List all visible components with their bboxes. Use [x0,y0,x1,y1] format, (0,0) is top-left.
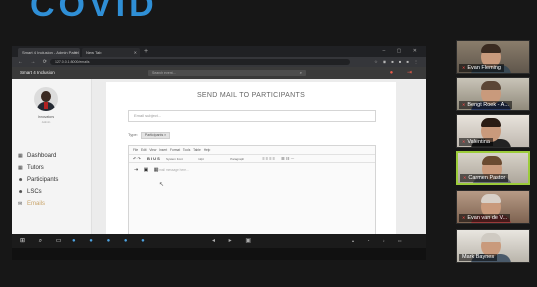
browser-tab-new[interactable]: New Tab ✕ [82,48,140,57]
mouse-cursor-icon: ↖ [159,182,165,188]
close-tab-icon[interactable]: ✕ [74,48,77,57]
zoom-control-bar [12,248,426,260]
participant-name: ✕ Evan Fleming [459,64,504,72]
align-icons[interactable]: ≡ ≡ ≡ ≡ [262,156,275,161]
participant-tile[interactable]: ✕ Evan van de V... [456,190,530,224]
sidebar-item-participants[interactable]: ☻ Participants [18,175,58,185]
tutors-icon: ▦ [18,165,23,171]
browser-extension-icons[interactable]: ☆ ◉ ■ ■ ■ ⋮ [374,57,420,67]
url-input[interactable]: 127.0.0.1:8000/emails [50,59,350,65]
taskbar-start-icons[interactable]: ⊞ ⌕ ▭ [20,234,67,248]
participant-tile[interactable]: ✕ Valentina [456,114,530,148]
list-icons[interactable]: ☰ ☷ ⋯ [281,156,294,161]
participant-name-text: Bengt Roek - A... [467,102,509,108]
sidebar: Innovators Admin ▦ Dashboard ▦ Tutors ☻ Par… [12,79,92,260]
sidebar-item-label: Emails [27,201,46,207]
participant-tile[interactable]: ✕ Bengt Roek - A... [456,77,530,111]
sidebar-item-label: LSCs [27,189,42,195]
browser-tab-admin[interactable]: Smart 4 Inclusion - Admin Panel ✕ [18,48,80,57]
app-search-input[interactable]: Search event... ⌕ [148,70,306,76]
avatar [34,87,58,111]
participant-hair [481,81,501,90]
emails-icon: ✉ [18,201,23,207]
participant-name: ✕ Bengt Roek - A... [459,101,512,109]
app-header: Smart 4 Inclusion Search event... ⌕ ● ⇥ [12,67,426,79]
sidebar-item-lscs[interactable]: ☻ LSCs [18,187,42,197]
sidebar-item-label: Participants [27,177,59,183]
muted-mic-icon: ✕ [462,65,466,70]
browser-address-bar: ← → ⟳ ⌂ 127.0.0.1:8000/emails ☆ ◉ ■ ■ ■ … [12,57,426,67]
sidebar-item-label: Dashboard [27,153,57,159]
muted-mic-icon: ✕ [462,139,466,144]
window-controls[interactable]: – ▢ ✕ [383,47,422,56]
muted-mic-icon: ✕ [462,215,466,220]
participant-hair [481,118,501,127]
participants-icon: ☻ [18,177,24,183]
search-placeholder: Search event... [152,71,176,75]
participant-hair [481,44,501,53]
participant-tile-active-speaker[interactable]: ✕ Carmen Pastor [456,151,530,185]
windows-taskbar: ⊞ ⌕ ▭ ● ● ● ● ● ◂ ▸ ▣ ▴ ◔ ♪ ▭ [12,234,426,248]
participant-name: ✕ Valentina [459,138,493,146]
undo-redo-icons[interactable]: ↶ ↷ [133,156,141,161]
participant-hair [481,233,501,242]
type-chip[interactable]: Participants × [140,132,171,139]
type-label: Type: [128,132,138,137]
dashboard-icon: ▦ [18,153,23,159]
search-icon[interactable]: ⌕ [300,70,302,76]
main-content: SEND MAIL TO PARTICIPANTS Email subject.… [92,79,426,260]
participant-name: Mark Baynes [459,254,498,261]
sidebar-item-tutors[interactable]: ▦ Tutors [18,163,44,173]
zoom-meeting-window: COVID Smart 4 Inclusion - Admin Panel ✕ N… [0,0,537,287]
sidebar-item-label: Tutors [27,165,44,171]
new-tab-icon[interactable]: + [144,47,148,56]
muted-mic-icon: ✕ [463,175,467,180]
participant-tile[interactable]: Mark Baynes [456,229,530,263]
close-tab-icon[interactable]: ✕ [134,48,137,57]
browser-tab-bar: Smart 4 Inclusion - Admin Panel ✕ New Tab… [12,46,426,57]
slide-title-banner: COVID [30,0,158,24]
sidebar-item-emails[interactable]: ✉ Emails [18,199,45,209]
sidebar-item-dashboard[interactable]: ▦ Dashboard [18,151,56,161]
type-selector[interactable]: Type: Participants × [128,131,171,139]
participant-name: ✕ Evan van de V... [459,214,511,222]
participant-name: ✕ Carmen Pastor [460,174,509,182]
editor-body[interactable]: ⇥ ▣ ▦ Email message here... ↖ [129,163,375,237]
email-subject-input[interactable]: Email subject... [128,110,376,122]
taskbar-center-icons[interactable]: ◂ ▸ ▣ [212,234,257,248]
participant-name-text: Valentina [467,139,490,145]
avatar-head [41,91,51,102]
user-name: Innovators [37,115,55,119]
user-role: Admin [41,120,51,124]
participant-name-text: Evan van de V... [467,215,508,221]
editor-placeholder: Email message here... [157,168,189,172]
header-action-icons[interactable]: ● ⇥ [390,67,418,79]
shared-screen: Smart 4 Inclusion - Admin Panel ✕ New Tab… [12,46,426,260]
tab-label: New Tab [86,50,102,55]
avatar-tie [44,102,48,109]
font-family-select[interactable]: System Font [166,155,192,163]
rich-text-editor[interactable]: File Edit View Insert Format Tools Table… [128,145,376,246]
page-title: SEND MAIL TO PARTICIPANTS [196,92,306,99]
block-format-select[interactable]: Paragraph [230,155,256,163]
participant-tile[interactable]: ✕ Evan Fleming [456,40,530,74]
tab-label: Smart 4 Inclusion - Admin Panel [22,50,79,55]
participant-hair [481,194,501,203]
taskbar-app-icons[interactable]: ● ● ● ● ● [72,234,151,248]
lscs-icon: ☻ [18,189,24,195]
font-size-select[interactable]: 12pt [198,155,224,163]
participant-hair [482,156,502,165]
editor-toolbar: ↶ ↷ B I U S System Font 12pt Paragraph ≡… [129,154,375,163]
participant-name-text: Evan Fleming [467,65,501,71]
participant-name-text: Mark Baynes [462,254,495,260]
text-format-icons[interactable]: B I U S [147,156,160,161]
system-tray[interactable]: ▴ ◔ ♪ ▭ [352,234,408,248]
app-name[interactable]: Smart 4 Inclusion [20,67,55,79]
participant-name-text: Carmen Pastor [468,175,506,181]
muted-mic-icon: ✕ [462,102,466,107]
editor-menu-bar[interactable]: File Edit View Insert Format Tools Table… [129,146,375,154]
